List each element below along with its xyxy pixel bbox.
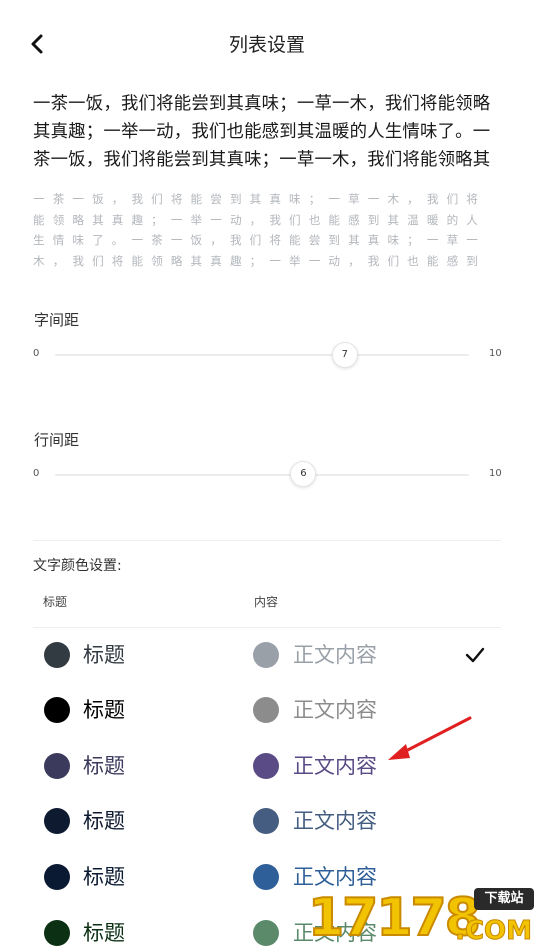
content-color-sample: 正文内容 [293,698,377,722]
content-color-sample: 正文内容 [293,809,377,833]
content-color-sample: 正文内容 [293,754,377,778]
title-color-swatch [44,808,70,834]
content-color-swatch [253,920,279,946]
title-color-sample: 标题 [83,698,125,722]
watermark-digits: 17178 [307,887,482,949]
title-color-swatch [44,920,70,946]
line-spacing-label: 行间距 [34,431,80,449]
line-spacing-track[interactable] [55,474,469,476]
line-spacing-min: 0 [33,468,40,479]
title-color-swatch [44,864,70,890]
color-settings-title: 文字颜色设置: [33,558,122,574]
letter-spacing-track[interactable] [55,354,469,356]
content-color-swatch [253,753,279,779]
watermark-suffix: .COM [455,916,533,947]
title-color-sample: 标题 [83,865,125,889]
site-watermark-logo: 17178 下载站 .COM [307,882,534,950]
title-color-sample: 标题 [83,754,125,778]
watermark-tag: 下载站 [474,888,534,910]
title-color-sample: 标题 [83,921,125,945]
preview-content-text: 一茶一饭，我们将能尝到其真味；一草一木，我们将能领略其真趣；一举一动，我们也能感… [33,192,486,268]
page-title: 列表设置 [228,34,305,56]
letter-spacing-min: 0 [33,348,40,359]
content-color-swatch [253,642,279,668]
preview-title-text: 一茶一饭，我们将能尝到其真味；一草一木，我们将能领略其真趣；一举一动，我们也能感… [33,94,491,170]
content-column-header: 内容 [254,595,279,609]
header-bar: 列表设置 [0,0,534,90]
title-color-sample: 标题 [83,809,125,833]
content-color-swatch [253,697,279,723]
title-column-header: 标题 [43,595,68,609]
color-option-row[interactable]: 标题 正文内容 [33,627,501,683]
line-spacing-slider-thumb[interactable]: 6 [290,461,317,487]
content-color-swatch [253,808,279,834]
content-color-sample: 正文内容 [293,643,377,667]
title-color-sample: 标题 [83,643,125,667]
title-color-swatch [44,753,70,779]
letter-spacing-label: 字间距 [34,311,80,329]
letter-spacing-slider-thumb[interactable]: 7 [331,342,358,368]
title-color-swatch [44,697,70,723]
section-divider [33,540,501,541]
title-color-swatch [44,642,70,668]
checkmark-icon [465,647,485,663]
red-arrow-annotation [388,716,472,760]
content-color-swatch [253,864,279,890]
color-option-row[interactable]: 标题 正文内容 [33,793,501,849]
line-spacing-max: 10 [489,468,502,479]
letter-spacing-max: 10 [489,348,502,359]
